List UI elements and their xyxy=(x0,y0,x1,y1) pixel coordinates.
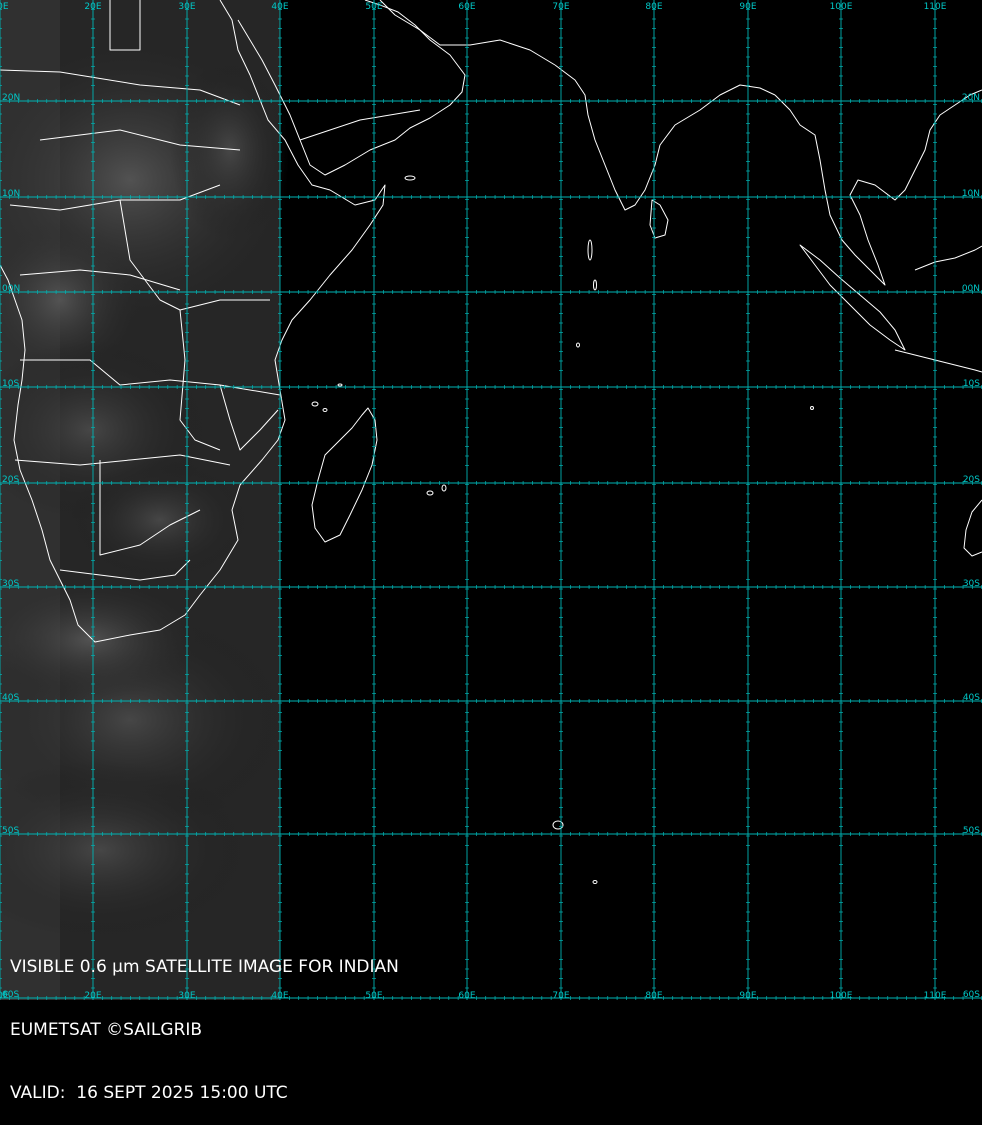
lon-label-bottom: 90E xyxy=(739,991,756,1000)
lon-label-bottom: 60E xyxy=(458,991,475,1000)
lat-label-right: 10N xyxy=(962,189,980,199)
lat-label-left: 20N xyxy=(2,93,20,103)
lat-label-right: 50S xyxy=(963,826,980,836)
caption-valid-time: VALID: 16 SEPT 2025 15:00 UTC xyxy=(10,1083,288,1103)
lon-label-top: 90E xyxy=(739,2,756,12)
lat-label-left: 40S xyxy=(2,693,19,703)
lat-label-left: 20S xyxy=(2,475,19,485)
lon-label-bottom: 100E xyxy=(830,991,853,1000)
lon-label-top: 70E xyxy=(552,2,569,12)
caption-title: VISIBLE 0.6 µm SATELLITE IMAGE FOR INDIA… xyxy=(10,957,399,977)
lon-label-top: 110E xyxy=(924,2,947,12)
lat-label-right: 20S xyxy=(963,475,980,485)
lon-label-top: 20E xyxy=(84,2,101,12)
lat-label-right: 00N xyxy=(962,284,980,294)
lon-label-bottom: 110E xyxy=(924,991,947,1000)
lon-label-top: 30E xyxy=(178,2,195,12)
lat-label-left: 10N xyxy=(2,189,20,199)
lon-label-bottom: 70E xyxy=(552,991,569,1000)
lon-label-top: 100E xyxy=(830,2,853,12)
lat-label-left: 50S xyxy=(2,826,19,836)
lat-label-right: 60S xyxy=(963,990,980,1000)
lon-label-top: 10E xyxy=(0,2,9,12)
lat-label-right: 20N xyxy=(962,93,980,103)
lon-label-top: 50E xyxy=(365,2,382,12)
satellite-map: 10E10E20E20E30E30E40E40E50E50E60E60E70E7… xyxy=(0,0,982,1000)
lat-label-right: 30S xyxy=(963,579,980,589)
lat-label-left: 30S xyxy=(2,579,19,589)
lat-label-left: 10S xyxy=(2,379,19,389)
cloud-cover xyxy=(0,0,290,1000)
image-caption: VISIBLE 0.6 µm SATELLITE IMAGE FOR INDIA… xyxy=(10,915,399,1125)
lat-label-right: 40S xyxy=(963,693,980,703)
lat-label-left: 00N xyxy=(2,284,20,294)
lat-label-right: 10S xyxy=(963,379,980,389)
lon-label-top: 60E xyxy=(458,2,475,12)
lon-label-top: 80E xyxy=(645,2,662,12)
lon-label-top: 40E xyxy=(271,2,288,12)
caption-source: EUMETSAT ©SAILGRIB xyxy=(10,1020,203,1040)
lon-label-bottom: 80E xyxy=(645,991,662,1000)
